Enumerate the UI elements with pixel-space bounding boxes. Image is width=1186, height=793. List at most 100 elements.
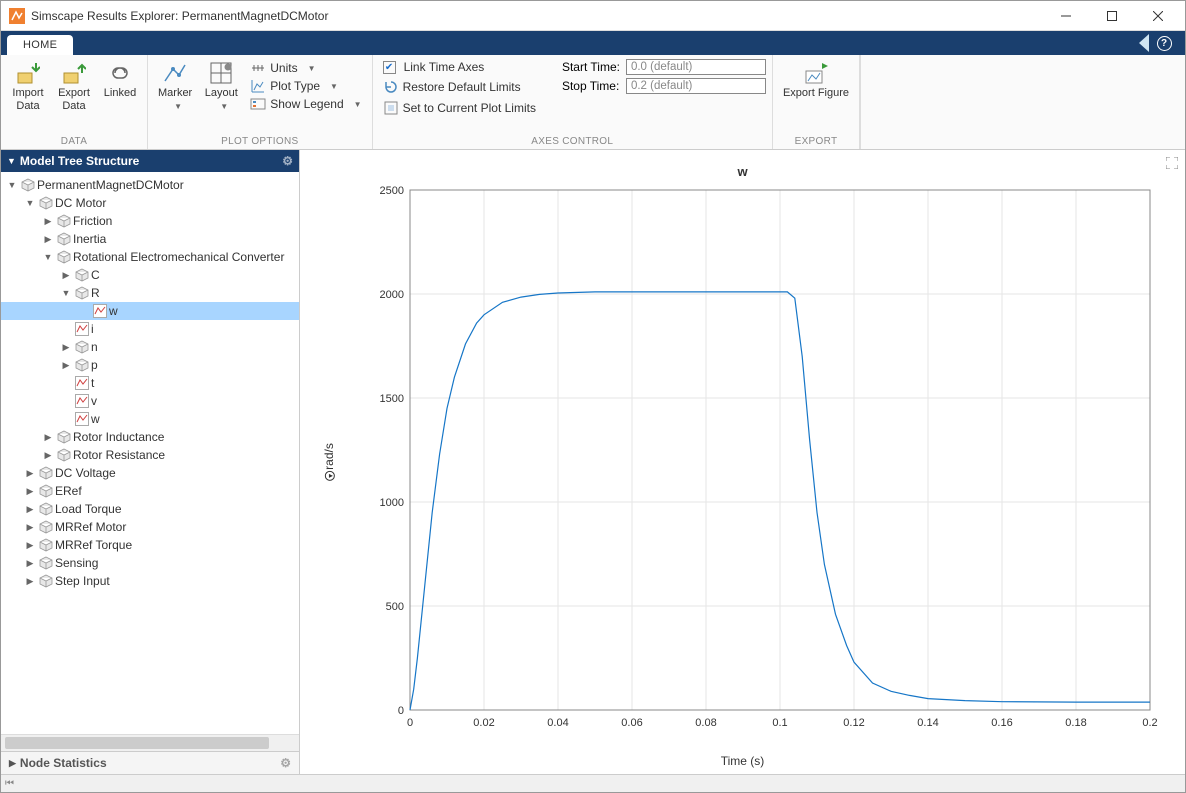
tree-expander[interactable]: ▶ [23, 486, 37, 497]
gear-icon[interactable]: ⚙ [280, 756, 291, 770]
chevron-down-icon: ▼ [330, 82, 338, 91]
tree-expander[interactable]: ▶ [59, 270, 73, 281]
export-data-button[interactable]: ExportData [53, 59, 95, 112]
plot-type-icon [250, 78, 266, 94]
tree-expander[interactable]: ▼ [23, 198, 37, 208]
tree-expander[interactable]: ▶ [23, 504, 37, 515]
tree-row[interactable]: ▼Rotational Electromechanical Converter [1, 248, 299, 266]
ribbon-group-plot-options: Marker ▼ Layout ▼ Units▼ Plot Type▼ Show… [148, 55, 373, 149]
stop-time-label: Stop Time: [562, 79, 620, 93]
ribbon-group-data: ImportData ExportData Linked DATA [1, 55, 148, 149]
link-time-axes-checkbox[interactable]: ✔Link Time Axes [379, 59, 540, 75]
tree-row[interactable]: ▶Sensing [1, 554, 299, 572]
export-icon [62, 61, 86, 85]
units-icon [250, 60, 266, 76]
tree-row[interactable]: ▶C [1, 266, 299, 284]
tree-row[interactable]: ▶Rotor Resistance [1, 446, 299, 464]
minimize-button[interactable] [1043, 1, 1089, 30]
tree-row[interactable]: ▶ Rotor Inductance [1, 428, 299, 446]
tree-row[interactable]: w [1, 410, 299, 428]
tree-row[interactable]: w [1, 302, 299, 320]
tree-expander[interactable]: ▼ [41, 252, 55, 262]
import-data-button[interactable]: ImportData [7, 59, 49, 112]
tree-row[interactable]: i [1, 320, 299, 338]
tree-row[interactable]: ▶DC Voltage [1, 464, 299, 482]
node-icon [57, 250, 71, 264]
chevron-down-icon[interactable]: ▼ [7, 156, 16, 166]
tree-expander[interactable]: ▶ [23, 576, 37, 587]
svg-text:1500: 1500 [380, 393, 404, 405]
chevron-down-icon: ▼ [220, 102, 228, 111]
svg-text:0.08: 0.08 [695, 717, 716, 729]
node-icon [75, 268, 89, 282]
tree-expander[interactable]: ▶ [59, 342, 73, 353]
tree-label: C [91, 268, 100, 282]
signal-icon [75, 322, 89, 336]
node-icon [39, 538, 53, 552]
node-icon [57, 430, 71, 444]
tree-expander[interactable]: ▶ [41, 234, 55, 245]
close-button[interactable] [1135, 1, 1181, 30]
tree-row[interactable]: ▶MRRef Motor [1, 518, 299, 536]
tree-row[interactable]: ▶Load Torque [1, 500, 299, 518]
tree-expander[interactable]: ▶ [23, 468, 37, 479]
gear-icon[interactable]: ⚙ [282, 154, 293, 168]
tree-row[interactable]: ▼PermanentMagnetDCMotor [1, 176, 299, 194]
window-title: Simscape Results Explorer: PermanentMagn… [31, 9, 1043, 23]
tree-row[interactable]: ▼ DC Motor [1, 194, 299, 212]
tree-label: R [91, 286, 100, 300]
layout-button[interactable]: Layout ▼ [200, 59, 242, 113]
tree-row[interactable]: ▶ERef [1, 482, 299, 500]
maximize-button[interactable] [1089, 1, 1135, 30]
svg-text:0.18: 0.18 [1065, 717, 1086, 729]
svg-text:0.06: 0.06 [621, 717, 642, 729]
tree-row[interactable]: ▼R [1, 284, 299, 302]
tree-row[interactable]: ▶ Step Input [1, 572, 299, 590]
tree-row[interactable]: ▶p [1, 356, 299, 374]
tree-expander[interactable]: ▶ [23, 540, 37, 551]
statusbar: ⏮ [1, 774, 1185, 792]
tree-expander[interactable]: ▼ [5, 180, 19, 190]
svg-text:2000: 2000 [380, 289, 404, 301]
node-statistics-header[interactable]: ▶ Node Statistics ⚙ [1, 751, 299, 774]
show-legend-button[interactable]: Show Legend▼ [246, 95, 365, 113]
tree-row[interactable]: t [1, 374, 299, 392]
help-pointer-icon [1139, 34, 1149, 52]
tree-scrollbar[interactable] [1, 734, 299, 751]
units-button[interactable]: Units▼ [246, 59, 365, 77]
export-figure-button[interactable]: Export Figure [779, 59, 853, 100]
tree-expander[interactable]: ▼ [59, 288, 73, 298]
tree-label: w [109, 304, 118, 318]
tabstrip: HOME ? [1, 31, 1185, 55]
svg-text:0.12: 0.12 [843, 717, 864, 729]
plot-type-button[interactable]: Plot Type▼ [246, 77, 365, 95]
set-current-limits-button[interactable]: Set to Current Plot Limits [379, 99, 540, 117]
tree-label: MRRef Torque [55, 538, 132, 552]
tree-expander[interactable]: ▶ [23, 522, 37, 533]
tree-expander[interactable]: ▶ [23, 558, 37, 569]
tree-row[interactable]: ▶n [1, 338, 299, 356]
tree-row[interactable]: ▶Inertia [1, 230, 299, 248]
restore-limits-button[interactable]: Restore Default Limits [379, 78, 540, 96]
node-icon [57, 232, 71, 246]
ribbon-group-axes-control: ✔Link Time Axes Restore Default Limits S… [373, 55, 773, 149]
tab-home[interactable]: HOME [7, 35, 73, 55]
start-time-input[interactable] [626, 59, 766, 75]
tree[interactable]: ▼PermanentMagnetDCMotor▼DC Motor▶Frictio… [1, 172, 299, 734]
linked-button[interactable]: Linked [99, 59, 141, 112]
tree-label: Friction [73, 214, 112, 228]
collapse-icon[interactable]: ⏮ [5, 778, 14, 789]
marker-button[interactable]: Marker ▼ [154, 59, 196, 113]
tree-expander[interactable]: ▶ [59, 360, 73, 371]
tree-expander[interactable]: ▶ [41, 432, 55, 443]
tree-expander[interactable]: ▶ [41, 216, 55, 227]
tree-label: Rotor Inductance [73, 430, 164, 444]
tree-row[interactable]: ▶ MRRef Torque [1, 536, 299, 554]
stop-time-input[interactable] [626, 78, 766, 94]
tree-expander[interactable]: ▶ [41, 450, 55, 461]
tree-label: Step Input [55, 574, 110, 588]
help-button[interactable]: ? [1149, 34, 1179, 52]
tree-label: DC Motor [55, 196, 106, 210]
tree-row[interactable]: ▶ Friction [1, 212, 299, 230]
tree-row[interactable]: v [1, 392, 299, 410]
